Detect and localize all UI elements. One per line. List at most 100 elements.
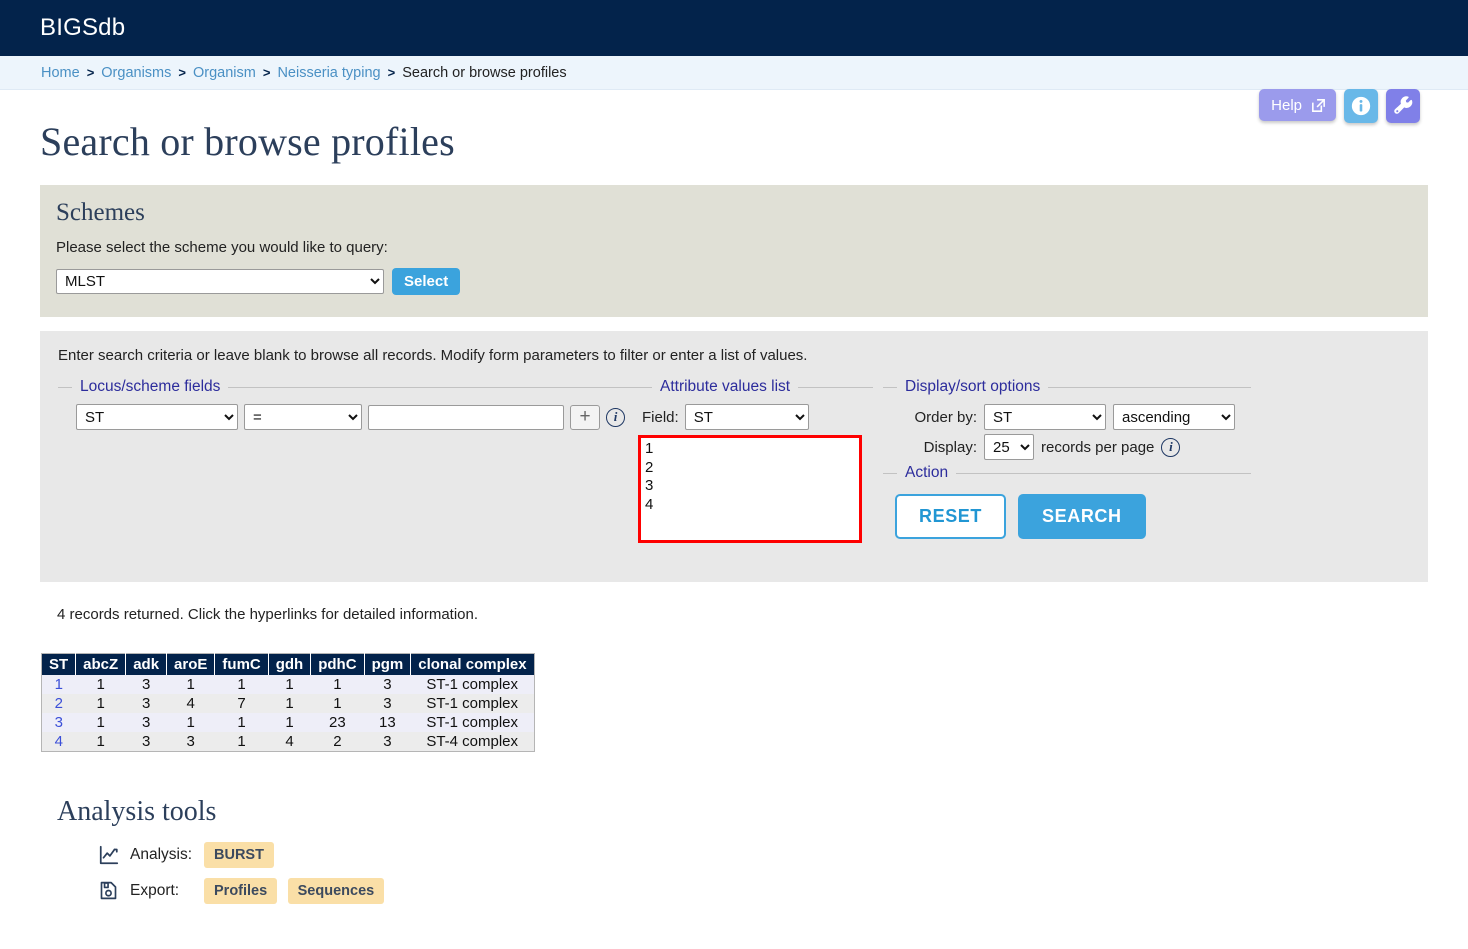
analysis-tools-heading: Analysis tools bbox=[57, 796, 217, 827]
cell-pgm: 13 bbox=[364, 713, 411, 732]
order-by-row: Order by: ST ascending bbox=[883, 404, 1251, 430]
add-field-button[interactable]: + bbox=[570, 404, 600, 430]
display-label: Display: bbox=[923, 438, 977, 456]
st-link[interactable]: 2 bbox=[55, 695, 63, 712]
display-sort-legend: Display/sort options bbox=[905, 378, 1041, 395]
action-legend: Action bbox=[905, 464, 949, 481]
export-label: Export: bbox=[130, 882, 180, 899]
search-panel: Enter search criteria or leave blank to … bbox=[40, 331, 1428, 582]
table-row: 1 1 3 1 1 1 1 3 ST-1 complex bbox=[41, 675, 535, 694]
cell-adk: 3 bbox=[125, 675, 167, 694]
cell-clonal-complex: ST-1 complex bbox=[410, 675, 535, 694]
reset-button[interactable]: RESET bbox=[895, 494, 1007, 539]
top-action-buttons: Help bbox=[1259, 89, 1420, 123]
order-direction-select[interactable]: ascending bbox=[1113, 404, 1235, 430]
breadcrumb-item-current: Search or browse profiles bbox=[402, 64, 567, 81]
page-size-select[interactable]: 25 bbox=[984, 434, 1034, 460]
locus-row: ST = + i bbox=[58, 404, 638, 430]
breadcrumb-item-home[interactable]: Home bbox=[41, 65, 80, 81]
table-header-row: ST abcZ adk aroE fumC gdh pdhC pgm clona… bbox=[41, 653, 535, 675]
save-floppy-icon bbox=[98, 880, 120, 902]
schemes-prompt: Please select the scheme you would like … bbox=[56, 239, 388, 256]
st-link[interactable]: 3 bbox=[55, 714, 63, 731]
column-header-adk: adk bbox=[125, 653, 168, 675]
order-by-select[interactable]: ST bbox=[984, 404, 1106, 430]
app-brand: BIGSdb bbox=[40, 14, 126, 41]
column-header-abcz: abcZ bbox=[75, 653, 127, 675]
cell-abcz: 1 bbox=[75, 732, 126, 752]
cell-st[interactable]: 2 bbox=[41, 694, 76, 713]
cell-pgm: 3 bbox=[364, 732, 411, 752]
cell-aroe: 1 bbox=[166, 675, 215, 694]
schemes-heading: Schemes bbox=[56, 199, 145, 226]
column-header-fumc: fumC bbox=[214, 653, 269, 675]
burst-button[interactable]: BURST bbox=[204, 842, 274, 868]
cell-pgm: 3 bbox=[364, 675, 411, 694]
action-buttons: RESET SEARCH bbox=[883, 494, 1251, 539]
display-info-icon[interactable]: i bbox=[1161, 437, 1181, 457]
attribute-values-legend: Attribute values list bbox=[660, 378, 791, 395]
export-profiles-button[interactable]: Profiles bbox=[204, 878, 278, 904]
results-message: 4 records returned. Click the hyperlinks… bbox=[57, 606, 479, 623]
cell-clonal-complex: ST-1 complex bbox=[410, 713, 535, 732]
help-button[interactable]: Help bbox=[1259, 89, 1336, 121]
cell-gdh: 4 bbox=[268, 732, 311, 752]
search-hint: Enter search criteria or leave blank to … bbox=[58, 347, 808, 364]
cell-pdhc: 1 bbox=[310, 675, 365, 694]
schemes-controls: MLST Select bbox=[56, 268, 1412, 295]
records-per-page-label: records per page bbox=[1041, 438, 1155, 456]
cell-aroe: 3 bbox=[166, 732, 215, 752]
cell-aroe: 1 bbox=[166, 713, 215, 732]
scheme-select[interactable]: MLST bbox=[56, 269, 384, 294]
scheme-select-button[interactable]: Select bbox=[392, 268, 461, 295]
breadcrumb-item-organism[interactable]: Organism bbox=[193, 65, 256, 81]
attribute-values-fieldset: Attribute values list Field: ST 1 2 3 4 bbox=[638, 378, 873, 543]
breadcrumb-item-organisms[interactable]: Organisms bbox=[101, 65, 171, 81]
cell-fumc: 1 bbox=[214, 713, 269, 732]
order-by-label: Order by: bbox=[914, 408, 977, 426]
wrench-icon bbox=[1393, 95, 1414, 117]
analysis-row: Analysis: BURST bbox=[98, 842, 1468, 868]
results-table: ST abcZ adk aroE fumC gdh pdhC pgm clona… bbox=[41, 653, 535, 752]
cell-adk: 3 bbox=[125, 713, 167, 732]
locus-value-input[interactable] bbox=[368, 404, 564, 430]
locus-info-icon[interactable]: i bbox=[606, 407, 625, 427]
cell-clonal-complex: ST-4 complex bbox=[410, 732, 535, 752]
cell-clonal-complex: ST-1 complex bbox=[410, 694, 535, 713]
export-sequences-button[interactable]: Sequences bbox=[287, 878, 385, 904]
locus-field-select[interactable]: ST bbox=[76, 404, 238, 430]
cell-pgm: 3 bbox=[364, 694, 411, 713]
breadcrumb-separator: > bbox=[178, 65, 186, 80]
cell-gdh: 1 bbox=[268, 694, 311, 713]
cell-fumc: 7 bbox=[214, 694, 269, 713]
locus-operator-select[interactable]: = bbox=[244, 404, 362, 430]
search-button[interactable]: SEARCH bbox=[1018, 494, 1146, 539]
table-row: 4 1 3 3 1 4 2 3 ST-4 complex bbox=[41, 732, 535, 752]
cell-adk: 3 bbox=[125, 694, 167, 713]
attribute-field-row: Field: ST bbox=[638, 404, 873, 430]
info-button[interactable] bbox=[1344, 89, 1378, 123]
cell-st[interactable]: 3 bbox=[41, 713, 76, 732]
attribute-field-select[interactable]: ST bbox=[684, 404, 809, 430]
column-header-pdhc: pdhC bbox=[310, 653, 365, 675]
display-count-row: Display: 25 records per page i bbox=[883, 434, 1251, 460]
cell-pdhc: 2 bbox=[310, 732, 365, 752]
st-link[interactable]: 1 bbox=[55, 676, 63, 693]
locus-scheme-legend: Locus/scheme fields bbox=[80, 378, 221, 395]
external-link-icon bbox=[1310, 97, 1327, 114]
breadcrumb: Home > Organisms > Organism > Neisseria … bbox=[0, 56, 1468, 90]
column-header-gdh: gdh bbox=[268, 653, 312, 675]
cell-gdh: 1 bbox=[268, 675, 311, 694]
breadcrumb-separator: > bbox=[86, 65, 95, 80]
analysis-label: Analysis: bbox=[130, 846, 193, 863]
breadcrumb-item-neisseria-typing[interactable]: Neisseria typing bbox=[277, 65, 380, 81]
results-table-body: 1 1 3 1 1 1 1 3 ST-1 complex 2 1 3 4 7 1… bbox=[41, 675, 535, 752]
column-header-aroe: aroE bbox=[166, 653, 216, 675]
tools-button[interactable] bbox=[1386, 89, 1420, 123]
cell-st[interactable]: 4 bbox=[41, 732, 76, 752]
column-header-st: ST bbox=[41, 653, 77, 675]
st-link[interactable]: 4 bbox=[55, 733, 63, 750]
cell-st[interactable]: 1 bbox=[41, 675, 76, 694]
results-table-wrapper: ST abcZ adk aroE fumC gdh pdhC pgm clona… bbox=[41, 653, 1468, 752]
attribute-values-textarea[interactable]: 1 2 3 4 bbox=[638, 435, 862, 543]
